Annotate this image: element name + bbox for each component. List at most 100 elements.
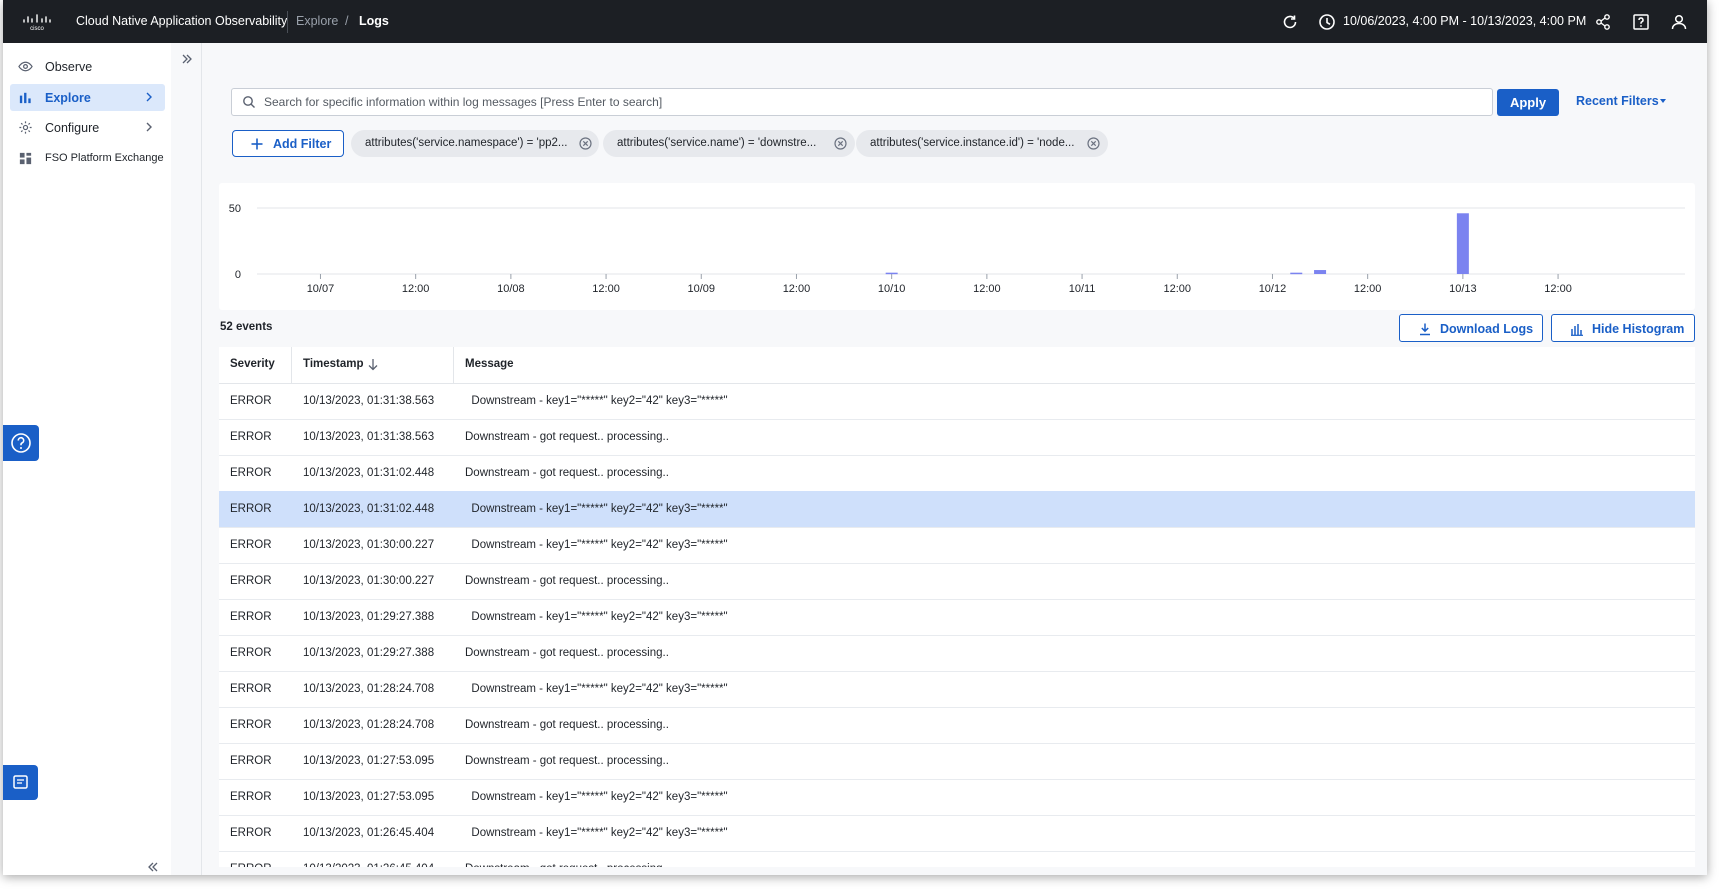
histogram-bar[interactable] [1290, 272, 1303, 275]
message-cell: Downstream - key1="*****" key2="42" key3… [465, 791, 728, 803]
x-tick-label: 12:00 [783, 283, 811, 295]
sidebar-item-explore[interactable]: Explore [10, 84, 165, 111]
histogram-bar[interactable] [1456, 213, 1469, 274]
message-cell: Downstream - key1="*****" key2="42" key3… [465, 611, 728, 623]
x-tick-label: 10/08 [497, 283, 525, 295]
apply-button[interactable]: Apply [1497, 89, 1559, 116]
timestamp-cell: 10/13/2023, 01:30:00.227 [303, 575, 435, 587]
message-cell: Downstream - got request.. processing.. [465, 467, 669, 479]
collapse-sidebar-icon[interactable] [146, 860, 160, 874]
table-row[interactable]: ERROR 10/13/2023, 01:28:24.708 Downstream… [219, 671, 1695, 708]
breadcrumb-logs: Logs [359, 14, 389, 28]
x-tick-label: 12:00 [1544, 283, 1572, 295]
x-tick-label: 10/11 [1069, 283, 1096, 295]
close-circle-icon[interactable] [1087, 137, 1100, 150]
filter-chip-instance-id[interactable]: attributes('service.instance.id') = 'nod… [856, 130, 1108, 157]
severity-cell: ERROR [230, 467, 272, 479]
severity-cell: ERROR [230, 827, 272, 839]
recent-filters-dropdown[interactable]: Recent Filters [1576, 94, 1659, 108]
sidebar-item-configure[interactable]: Configure [10, 114, 165, 141]
timestamp-cell: 10/13/2023, 01:31:02.448 [303, 503, 435, 515]
severity-cell: ERROR [230, 575, 272, 587]
breadcrumb-explore[interactable]: Explore [296, 14, 338, 28]
y-tick-label: 0 [235, 269, 241, 281]
sidebar-item-observe[interactable]: Observe [10, 53, 165, 80]
table-row[interactable]: ERROR 10/13/2023, 01:26:45.404 Downstream… [219, 815, 1695, 852]
timestamp-cell: 10/13/2023, 01:26:45.404 [303, 863, 434, 867]
severity-cell: ERROR [230, 719, 272, 731]
column-header-message[interactable]: Message [465, 358, 514, 370]
table-row[interactable]: ERROR 10/13/2023, 01:27:53.095 Downstream … [219, 743, 1695, 780]
histogram-bar[interactable] [1314, 270, 1327, 274]
share-icon[interactable] [1593, 12, 1613, 32]
message-cell: Downstream - got request.. processing.. [465, 647, 669, 659]
table-row[interactable]: ERROR 10/13/2023, 01:28:24.708 Downstream … [219, 707, 1695, 744]
clock-icon[interactable] [1317, 12, 1337, 32]
table-row[interactable]: ERROR 10/13/2023, 01:26:45.404 Downstream … [219, 851, 1695, 867]
search-input[interactable] [262, 92, 1466, 112]
y-tick-label: 50 [229, 203, 241, 215]
filter-chip-namespace[interactable]: attributes('service.namespace') = 'pp2..… [351, 130, 599, 157]
histogram-bar[interactable] [885, 272, 898, 275]
x-tick-label: 10/09 [688, 283, 716, 295]
add-filter-label: Add Filter [273, 137, 332, 151]
filter-chip-text: attributes('service.namespace') = 'pp2..… [365, 137, 568, 149]
hide-histogram-button[interactable]: Hide Histogram [1551, 314, 1695, 342]
close-circle-icon[interactable] [579, 137, 592, 150]
table-header: Severity Timestamp Message [219, 347, 1695, 384]
timestamp-cell: 10/13/2023, 01:31:02.448 [303, 467, 435, 479]
expand-panel-icon[interactable] [180, 52, 194, 66]
histogram-chart: 0 50 10/07 12:00 10/08 12:00 10/09 12:00 10/10 12… [229, 203, 1685, 295]
sidebar-item-fso-platform-exchange[interactable]: FSO Platform Exchange [10, 145, 165, 172]
sidebar-item-label: Observe [45, 60, 93, 74]
breadcrumb-separator: / [345, 14, 349, 28]
download-logs-label: Download Logs [1440, 322, 1534, 336]
eye-icon [18, 61, 33, 72]
question-circle-icon [11, 433, 31, 453]
column-header-timestamp[interactable]: Timestamp [303, 358, 364, 370]
close-circle-icon[interactable] [834, 137, 847, 150]
table-row[interactable]: ERROR 10/13/2023, 01:31:02.448 Downstream … [219, 455, 1695, 492]
column-header-severity[interactable]: Severity [230, 358, 275, 370]
logs-table: Severity Timestamp Message ERROR 10/13/20… [219, 347, 1695, 867]
table-row[interactable]: ERROR 10/13/2023, 01:27:53.095 Downstream… [219, 779, 1695, 816]
timestamp-cell: 10/13/2023, 01:27:53.095 [303, 791, 435, 803]
filter-chip-service-name[interactable]: attributes('service.name') = 'downstre..… [603, 130, 855, 157]
svg-text:cisco: cisco [30, 26, 44, 31]
timestamp-cell: 10/13/2023, 01:28:24.708 [303, 683, 435, 695]
chevron-right-icon [146, 122, 152, 132]
app-window: cisco Cloud Native Application Observabi… [3, 0, 1707, 875]
table-row[interactable]: ERROR 10/13/2023, 01:31:38.563 Downstream … [219, 419, 1695, 456]
search-bar[interactable] [231, 88, 1493, 116]
severity-cell: ERROR [230, 611, 272, 623]
timestamp-cell: 10/13/2023, 01:31:38.563 [303, 431, 435, 443]
table-row[interactable]: ERROR 10/13/2023, 01:31:38.563 Downstream… [219, 383, 1695, 420]
time-range-picker[interactable]: 10/06/2023, 4:00 PM - 10/13/2023, 4:00 P… [1343, 14, 1586, 28]
refresh-icon[interactable] [1280, 12, 1300, 32]
table-row[interactable]: ERROR 10/13/2023, 01:29:27.388 Downstream … [219, 635, 1695, 672]
table-row[interactable]: ERROR 10/13/2023, 01:31:02.448 Downstream… [219, 491, 1695, 528]
message-cell: Downstream - got request.. processing.. [465, 575, 669, 587]
severity-cell: ERROR [230, 863, 272, 867]
x-tick-label: 12:00 [1354, 283, 1382, 295]
table-row[interactable]: ERROR 10/13/2023, 01:30:00.227 Downstream … [219, 563, 1695, 600]
message-cell: Downstream - got request.. processing.. [465, 719, 669, 731]
message-cell: Downstream - got request.. processing.. [465, 755, 669, 767]
help-button[interactable] [3, 425, 39, 461]
bar-chart-icon [19, 92, 31, 104]
download-logs-button[interactable]: Download Logs [1399, 314, 1543, 342]
add-filter-button[interactable]: Add Filter [232, 130, 344, 157]
table-row[interactable]: ERROR 10/13/2023, 01:29:27.388 Downstream… [219, 599, 1695, 636]
x-tick-label: 12:00 [1164, 283, 1192, 295]
grid-icon [19, 152, 32, 165]
user-icon[interactable] [1669, 12, 1689, 32]
x-tick-label: 10/07 [307, 283, 335, 295]
cisco-logo: cisco [23, 14, 51, 31]
table-row[interactable]: ERROR 10/13/2023, 01:30:00.227 Downstream… [219, 527, 1695, 564]
column-divider [291, 347, 292, 383]
help-icon[interactable] [1631, 12, 1651, 32]
sort-descending-icon[interactable] [367, 358, 379, 371]
timestamp-cell: 10/13/2023, 01:28:24.708 [303, 719, 435, 731]
feedback-button[interactable] [3, 765, 38, 800]
app-title: Cloud Native Application Observability [76, 14, 288, 28]
